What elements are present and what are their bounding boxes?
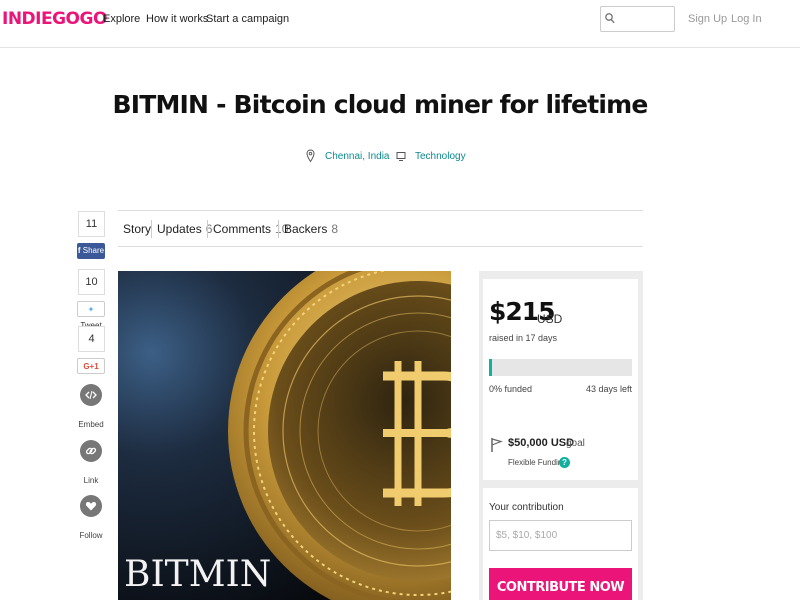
goal-label: goal	[566, 438, 585, 449]
image-caption: BITMIN	[124, 554, 272, 595]
funded-percentage: 0% funded	[489, 384, 533, 394]
code-icon	[85, 390, 97, 400]
tab-divider	[151, 220, 152, 238]
embed-label: Embed	[78, 420, 104, 429]
nav-explore[interactable]: Explore	[103, 13, 140, 25]
tab-backers-count: 8	[331, 222, 339, 236]
days-left: 43 days left	[585, 384, 632, 394]
tab-updates-label: Updates	[157, 222, 202, 236]
contribute-now-button[interactable]: CONTRIBUTE NOW	[489, 568, 632, 600]
google-plus-count: 4	[78, 326, 105, 352]
link-label: Link	[83, 476, 99, 485]
help-icon[interactable]: ?	[559, 457, 570, 468]
tab-backers[interactable]: Backers 8	[284, 222, 338, 236]
contribution-label: Your contribution	[489, 502, 564, 513]
raised-currency: USD	[537, 312, 563, 326]
goal-amount: $50,000 USD	[508, 437, 575, 449]
twitter-bird-icon: ✦	[87, 305, 95, 314]
top-navigation: INDIEGOGO Explore How it works Start a c…	[0, 0, 800, 48]
tweet-button[interactable]: ✦ Tweet	[77, 301, 105, 330]
tab-backers-label: Backers	[284, 222, 328, 236]
sign-up-link[interactable]: Sign Up	[688, 13, 727, 25]
follow-button[interactable]	[80, 495, 102, 517]
tab-story[interactable]: Story	[123, 222, 151, 236]
facebook-icon: f	[77, 246, 81, 255]
category-tag-icon	[396, 152, 406, 161]
location-pin-icon	[306, 149, 315, 163]
google-plus-label: G+1	[83, 362, 99, 371]
funding-type: Flexible Funding	[508, 458, 567, 467]
heart-icon	[85, 501, 97, 511]
facebook-share-label: Share	[82, 246, 105, 255]
link-icon	[85, 447, 97, 455]
contribution-amount-input[interactable]	[489, 520, 632, 551]
embed-button[interactable]	[80, 384, 102, 406]
campaign-location[interactable]: Chennai, India	[325, 151, 390, 162]
log-in-link[interactable]: Log In	[731, 13, 762, 25]
twitter-share-count: 10	[78, 269, 105, 295]
campaign-image[interactable]: BITMIN	[118, 271, 451, 600]
google-plus-button[interactable]: G+1	[77, 358, 105, 374]
goal-flag-icon	[491, 438, 503, 452]
search-icon	[605, 13, 615, 24]
campaign-tabs: Story Updates 6 Comments 10 Backers 8	[118, 210, 643, 247]
nav-start-campaign[interactable]: Start a campaign	[206, 13, 289, 25]
tab-comments-label: Comments	[213, 222, 272, 236]
follow-label: Follow	[79, 531, 103, 540]
campaign-category[interactable]: Technology	[415, 151, 466, 162]
tab-updates[interactable]: Updates 6	[157, 222, 212, 236]
search-input[interactable]	[619, 10, 671, 28]
facebook-share-button[interactable]: f Share	[77, 243, 105, 259]
search-box[interactable]	[600, 6, 675, 32]
nav-how-it-works[interactable]: How it works	[146, 13, 208, 25]
indiegogo-logo[interactable]: INDIEGOGO	[2, 9, 107, 29]
raised-duration: raised in 17 days	[489, 333, 558, 343]
funding-progress-bar	[489, 359, 632, 376]
campaign-title: BITMIN - Bitcoin cloud miner for lifetim…	[112, 90, 648, 119]
tab-story-label: Story	[123, 222, 152, 236]
facebook-share-count: 11	[78, 211, 105, 237]
funding-progress-fill	[489, 359, 492, 376]
tab-divider	[278, 220, 279, 238]
link-button[interactable]	[80, 440, 102, 462]
tab-divider	[207, 220, 208, 238]
bitcoin-coin-illustration	[118, 271, 451, 600]
